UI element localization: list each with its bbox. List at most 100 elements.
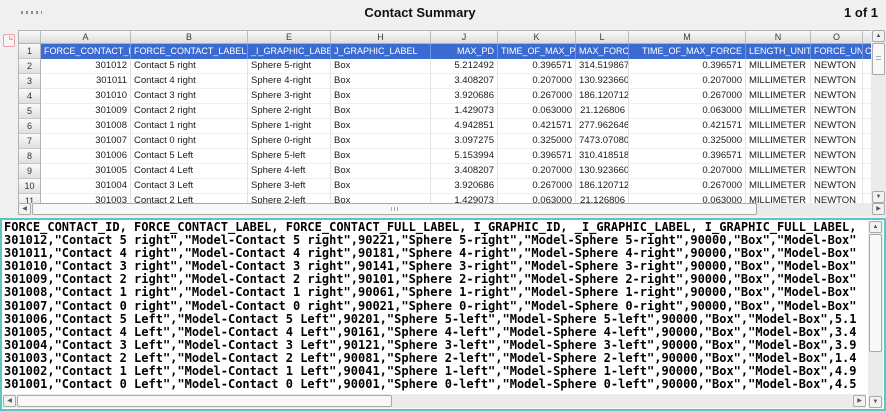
sheet-horizontal-scrollbar-thumb[interactable] (32, 203, 757, 215)
cell[interactable]: Sphere 5-right (248, 59, 331, 74)
row-header[interactable]: 10 (19, 179, 41, 194)
cell[interactable]: Sphere 2-left (248, 194, 331, 203)
cell[interactable]: 301009 (41, 104, 131, 119)
scroll-right-arrow-icon[interactable]: ▶ (872, 203, 885, 215)
cell[interactable]: 5.212492 (431, 59, 498, 74)
scroll-down-arrow-icon[interactable]: ▼ (872, 191, 885, 203)
cell[interactable] (863, 89, 871, 104)
cell[interactable]: 186.120712 (576, 179, 629, 194)
csv-text-panel[interactable]: FORCE_CONTACT_ID, FORCE_CONTACT_LABEL, F… (0, 218, 886, 411)
cell[interactable]: Box (331, 164, 431, 179)
header-cell-partial[interactable]: C (863, 44, 871, 59)
cell[interactable]: 0.207000 (498, 164, 576, 179)
column-header-B[interactable]: B (131, 31, 248, 43)
cell[interactable]: 0.267000 (498, 179, 576, 194)
column-header-M[interactable]: M (629, 31, 746, 43)
cell[interactable]: 314.519867 (576, 59, 629, 74)
cell[interactable] (863, 134, 871, 149)
cell[interactable]: 3.920686 (431, 89, 498, 104)
cell[interactable]: 3.408207 (431, 74, 498, 89)
cell[interactable]: 0.267000 (498, 89, 576, 104)
cell[interactable]: 130.923660 (576, 74, 629, 89)
select-all-corner[interactable] (19, 31, 41, 43)
column-header-K[interactable]: K (498, 31, 576, 43)
cell[interactable]: 186.120712 (576, 89, 629, 104)
cell[interactable]: 21.126806 (576, 104, 629, 119)
cell[interactable]: Contact 1 right (131, 119, 248, 134)
cell[interactable]: Box (331, 119, 431, 134)
cell[interactable]: Sphere 1-right (248, 119, 331, 134)
cell[interactable]: Contact 3 Left (131, 179, 248, 194)
cell[interactable]: Sphere 2-right (248, 104, 331, 119)
cell[interactable]: 4.942851 (431, 119, 498, 134)
scroll-right-arrow-icon[interactable]: ▶ (853, 395, 866, 407)
cell[interactable]: 0.063000 (498, 194, 576, 203)
cell[interactable]: 1.429073 (431, 194, 498, 203)
cell[interactable]: MILLIMETER (746, 119, 811, 134)
row-header[interactable]: 11 (19, 194, 41, 203)
cell[interactable]: 301010 (41, 89, 131, 104)
cell[interactable]: NEWTON (811, 179, 863, 194)
copy-slide-icon[interactable] (3, 34, 15, 47)
csv-horizontal-scrollbar[interactable]: ◀ ▶ (3, 394, 866, 408)
column-header-J[interactable]: J (431, 31, 498, 43)
cell[interactable]: 301011 (41, 74, 131, 89)
cell[interactable]: 0.421571 (498, 119, 576, 134)
cell[interactable]: 0.396571 (498, 59, 576, 74)
cell[interactable]: Sphere 3-left (248, 179, 331, 194)
cell[interactable]: 0.267000 (629, 89, 746, 104)
cell[interactable]: Sphere 4-left (248, 164, 331, 179)
cell[interactable]: Box (331, 59, 431, 74)
cell[interactable]: MILLIMETER (746, 134, 811, 149)
scroll-down-arrow-icon[interactable]: ▼ (869, 396, 882, 408)
column-header-partial[interactable] (863, 31, 871, 43)
header-cell[interactable]: MAX_FORCE (576, 44, 629, 59)
cell[interactable]: Contact 0 right (131, 134, 248, 149)
cell[interactable]: NEWTON (811, 134, 863, 149)
cell[interactable]: Contact 3 right (131, 89, 248, 104)
cell[interactable]: 1.429073 (431, 104, 498, 119)
cell[interactable]: MILLIMETER (746, 164, 811, 179)
header-cell[interactable]: MAX_PD (431, 44, 498, 59)
cell[interactable]: 0.063000 (629, 104, 746, 119)
column-header-A[interactable]: A (41, 31, 131, 43)
cell[interactable]: Box (331, 74, 431, 89)
row-header[interactable]: 3 (19, 74, 41, 89)
cell[interactable]: 0.396571 (498, 149, 576, 164)
scroll-left-arrow-icon[interactable]: ◀ (3, 395, 16, 407)
sheet-vertical-scrollbar[interactable]: ▲ ▼ (871, 30, 886, 203)
cell[interactable]: MILLIMETER (746, 104, 811, 119)
cell[interactable]: NEWTON (811, 149, 863, 164)
header-cell[interactable]: TIME_OF_MAX_PD (498, 44, 576, 59)
cell[interactable] (863, 194, 871, 203)
cell[interactable]: MILLIMETER (746, 194, 811, 203)
row-header[interactable]: 2 (19, 59, 41, 74)
cell[interactable]: 301006 (41, 149, 131, 164)
header-cell[interactable]: FORCE_CONTACT_LABEL (131, 44, 248, 59)
cell[interactable]: 0.396571 (629, 59, 746, 74)
cell[interactable]: Box (331, 149, 431, 164)
header-cell[interactable]: LENGTH_UNIT (746, 44, 811, 59)
cell[interactable]: NEWTON (811, 74, 863, 89)
cell[interactable]: Contact 5 right (131, 59, 248, 74)
column-header-O[interactable]: O (811, 31, 863, 43)
cell[interactable]: MILLIMETER (746, 89, 811, 104)
row-header[interactable]: 5 (19, 104, 41, 119)
header-cell[interactable]: FORCE_UNIT (811, 44, 863, 59)
cell[interactable]: 301005 (41, 164, 131, 179)
cell[interactable] (863, 164, 871, 179)
cell[interactable]: 0.207000 (629, 164, 746, 179)
cell[interactable]: MILLIMETER (746, 149, 811, 164)
cell[interactable]: 277.962646 (576, 119, 629, 134)
cell[interactable]: 3.097275 (431, 134, 498, 149)
header-cell[interactable]: TIME_OF_MAX_FORCE (629, 44, 746, 59)
cell[interactable]: Contact 4 Left (131, 164, 248, 179)
column-header-N[interactable]: N (746, 31, 811, 43)
cell[interactable]: 3.408207 (431, 164, 498, 179)
cell[interactable]: 301004 (41, 179, 131, 194)
cell[interactable]: Box (331, 179, 431, 194)
csv-horizontal-scrollbar-thumb[interactable] (17, 395, 392, 407)
cell[interactable]: 0.063000 (498, 104, 576, 119)
cell[interactable]: Contact 4 right (131, 74, 248, 89)
header-cell[interactable]: J_GRAPHIC_LABEL (331, 44, 431, 59)
